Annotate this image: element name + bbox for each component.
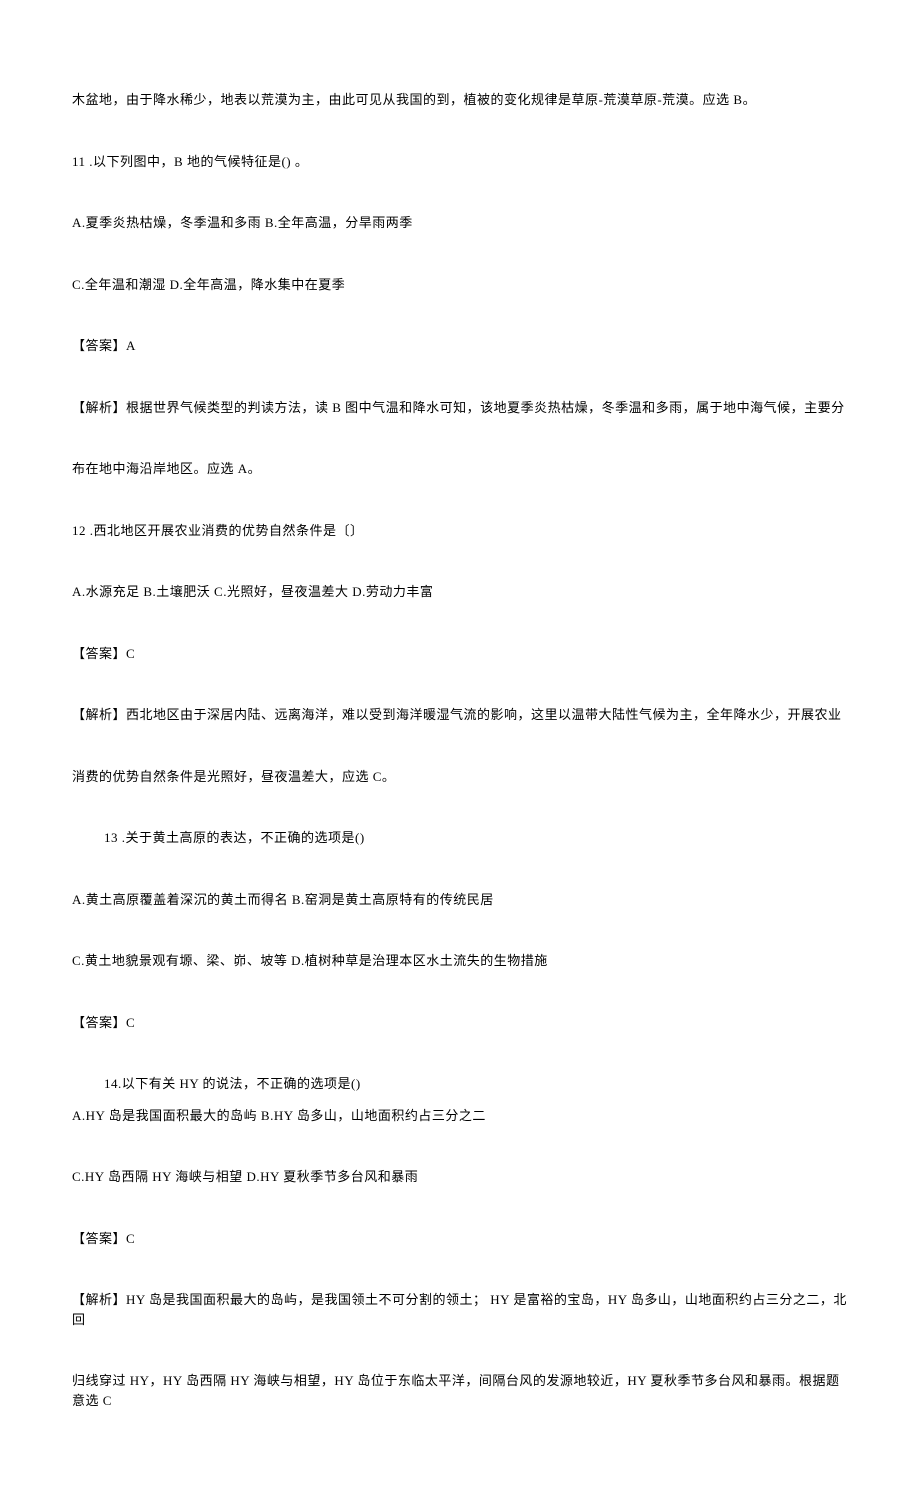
text-line: 木盆地，由于降水稀少，地表以荒漠为主，由此可见从我国的到，植被的变化规律是草原-… <box>72 90 848 110</box>
document-content: 木盆地，由于降水稀少，地表以荒漠为主，由此可见从我国的到，植被的变化规律是草原-… <box>72 90 848 1410</box>
option-line: C.HY 岛西隔 HY 海峡与相望 D.HY 夏秋季节多台风和暴雨 <box>72 1167 848 1187</box>
option-line: A.黄土高原覆盖着深沉的黄土而得名 B.窑洞是黄土高原特有的传统民居 <box>72 890 848 910</box>
explanation-line: 【解析】HY 岛是我国面积最大的岛屿，是我国领土不可分割的领土； HY 是富裕的… <box>72 1290 848 1329</box>
option-line: A.HY 岛是我国面积最大的岛屿 B.HY 岛多山，山地面积约占三分之二 <box>72 1106 848 1126</box>
answer-line: 【答案】C <box>72 1013 848 1033</box>
explanation-line: 【解析】根据世界气候类型的判读方法，读 B 图中气温和降水可知，该地夏季炎热枯燥… <box>72 398 848 418</box>
explanation-line: 消费的优势自然条件是光照好，昼夜温差大，应选 C。 <box>72 767 848 787</box>
question-13: 13 .关于黄土高原的表达，不正确的选项是() <box>72 828 848 848</box>
explanation-line: 布在地中海沿岸地区。应选 A。 <box>72 459 848 479</box>
question-14: 14.以下有关 HY 的说法，不正确的选项是() <box>72 1074 848 1094</box>
question-11: 11 .以下列图中，B 地的气候特征是() 。 <box>72 152 848 172</box>
question-12: 12 .西北地区开展农业消费的优势自然条件是〔〕 <box>72 521 848 541</box>
option-line: A.水源充足 B.土壤肥沃 C.光照好，昼夜温差大 D.劳动力丰富 <box>72 582 848 602</box>
option-line: C.黄土地貌景观有塬、梁、峁、坡等 D.植树种草是治理本区水土流失的生物措施 <box>72 951 848 971</box>
explanation-line: 【解析】西北地区由于深居内陆、远离海洋，难以受到海洋暖湿气流的影响，这里以温带大… <box>72 705 848 725</box>
answer-line: 【答案】C <box>72 1229 848 1249</box>
option-line: C.全年温和潮湿 D.全年高温，降水集中在夏季 <box>72 275 848 295</box>
answer-line: 【答案】A <box>72 336 848 356</box>
explanation-line: 归线穿过 HY，HY 岛西隔 HY 海峡与相望，HY 岛位于东临太平洋，间隔台风… <box>72 1371 848 1410</box>
answer-line: 【答案】C <box>72 644 848 664</box>
option-line: A.夏季炎热枯燥，冬季温和多雨 B.全年高温，分旱雨两季 <box>72 213 848 233</box>
